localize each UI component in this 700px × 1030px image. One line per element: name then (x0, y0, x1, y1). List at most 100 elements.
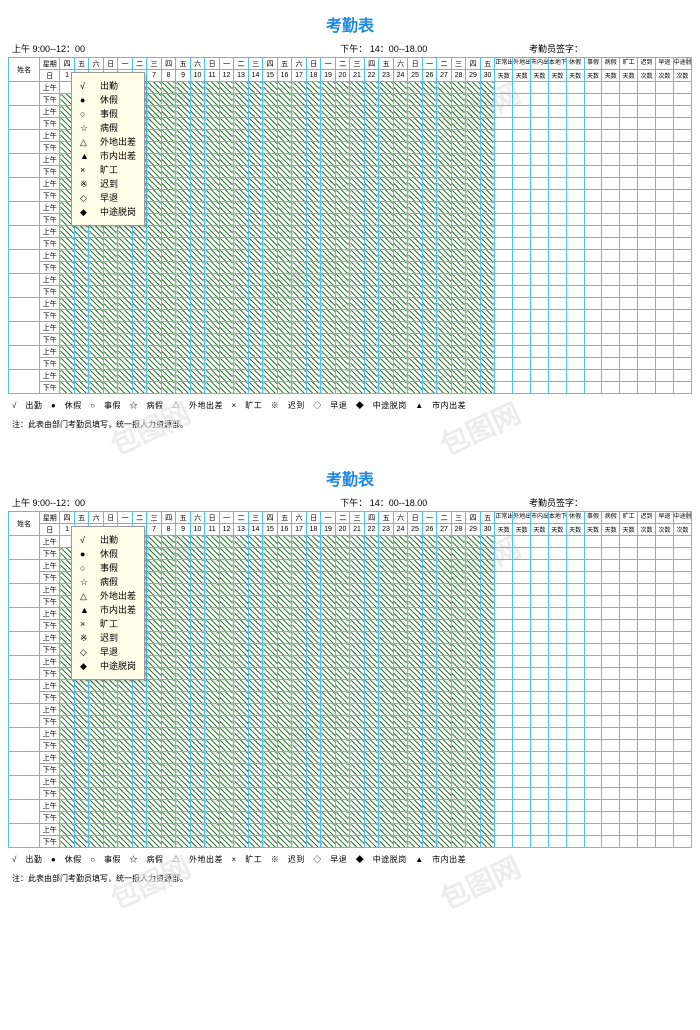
attendance-cell[interactable] (437, 572, 452, 584)
attendance-cell[interactable] (292, 776, 307, 788)
attendance-cell[interactable] (451, 764, 466, 776)
stat-cell[interactable] (513, 286, 531, 298)
attendance-cell[interactable] (364, 94, 379, 106)
attendance-cell[interactable] (306, 788, 321, 800)
attendance-cell[interactable] (89, 310, 104, 322)
attendance-cell[interactable] (379, 824, 394, 836)
attendance-cell[interactable] (103, 310, 118, 322)
attendance-cell[interactable] (422, 370, 437, 382)
stat-cell[interactable] (531, 298, 549, 310)
attendance-cell[interactable] (219, 238, 234, 250)
stat-cell[interactable] (513, 178, 531, 190)
attendance-cell[interactable] (205, 274, 220, 286)
stat-cell[interactable] (620, 202, 638, 214)
stat-cell[interactable] (584, 142, 602, 154)
attendance-cell[interactable] (408, 238, 423, 250)
stat-cell[interactable] (655, 692, 673, 704)
attendance-cell[interactable] (103, 740, 118, 752)
attendance-cell[interactable] (176, 704, 191, 716)
attendance-cell[interactable] (205, 644, 220, 656)
stat-cell[interactable] (566, 358, 584, 370)
attendance-cell[interactable] (147, 262, 162, 274)
attendance-cell[interactable] (408, 728, 423, 740)
attendance-cell[interactable] (176, 788, 191, 800)
attendance-cell[interactable] (437, 836, 452, 848)
attendance-cell[interactable] (89, 250, 104, 262)
attendance-cell[interactable] (480, 358, 495, 370)
stat-cell[interactable] (531, 178, 549, 190)
attendance-cell[interactable] (480, 94, 495, 106)
attendance-cell[interactable] (89, 692, 104, 704)
attendance-cell[interactable] (437, 680, 452, 692)
attendance-cell[interactable] (451, 788, 466, 800)
stat-cell[interactable] (655, 226, 673, 238)
stat-cell[interactable] (584, 800, 602, 812)
stat-cell[interactable] (495, 178, 513, 190)
attendance-cell[interactable] (393, 536, 408, 548)
stat-cell[interactable] (620, 106, 638, 118)
attendance-cell[interactable] (60, 346, 75, 358)
attendance-cell[interactable] (393, 370, 408, 382)
attendance-cell[interactable] (350, 596, 365, 608)
attendance-cell[interactable] (364, 692, 379, 704)
stat-cell[interactable] (655, 322, 673, 334)
attendance-cell[interactable] (480, 716, 495, 728)
attendance-cell[interactable] (292, 704, 307, 716)
stat-cell[interactable] (548, 142, 566, 154)
stat-cell[interactable] (548, 346, 566, 358)
attendance-cell[interactable] (306, 824, 321, 836)
attendance-cell[interactable] (176, 728, 191, 740)
stat-cell[interactable] (495, 238, 513, 250)
attendance-cell[interactable] (234, 620, 249, 632)
stat-cell[interactable] (655, 776, 673, 788)
attendance-cell[interactable] (451, 548, 466, 560)
stat-cell[interactable] (638, 190, 656, 202)
stat-cell[interactable] (673, 740, 691, 752)
attendance-cell[interactable] (219, 572, 234, 584)
attendance-cell[interactable] (263, 130, 278, 142)
attendance-cell[interactable] (466, 788, 481, 800)
stat-cell[interactable] (655, 166, 673, 178)
attendance-cell[interactable] (480, 382, 495, 394)
attendance-cell[interactable] (306, 94, 321, 106)
attendance-cell[interactable] (292, 358, 307, 370)
stat-cell[interactable] (566, 548, 584, 560)
attendance-cell[interactable] (132, 250, 147, 262)
attendance-cell[interactable] (176, 644, 191, 656)
attendance-cell[interactable] (248, 346, 263, 358)
attendance-cell[interactable] (408, 584, 423, 596)
attendance-cell[interactable] (277, 536, 292, 548)
attendance-cell[interactable] (350, 812, 365, 824)
attendance-cell[interactable] (147, 800, 162, 812)
attendance-cell[interactable] (451, 560, 466, 572)
attendance-cell[interactable] (234, 680, 249, 692)
attendance-cell[interactable] (393, 776, 408, 788)
attendance-cell[interactable] (176, 94, 191, 106)
attendance-cell[interactable] (277, 692, 292, 704)
attendance-cell[interactable] (379, 644, 394, 656)
attendance-cell[interactable] (408, 286, 423, 298)
attendance-cell[interactable] (161, 752, 176, 764)
attendance-cell[interactable] (466, 548, 481, 560)
attendance-cell[interactable] (176, 82, 191, 94)
attendance-cell[interactable] (147, 178, 162, 190)
attendance-cell[interactable] (408, 166, 423, 178)
attendance-cell[interactable] (161, 298, 176, 310)
attendance-cell[interactable] (263, 836, 278, 848)
attendance-cell[interactable] (248, 250, 263, 262)
attendance-cell[interactable] (219, 358, 234, 370)
attendance-cell[interactable] (74, 764, 89, 776)
attendance-cell[interactable] (74, 704, 89, 716)
stat-cell[interactable] (602, 752, 620, 764)
attendance-cell[interactable] (480, 548, 495, 560)
attendance-cell[interactable] (205, 800, 220, 812)
attendance-cell[interactable] (89, 812, 104, 824)
stat-cell[interactable] (531, 274, 549, 286)
attendance-cell[interactable] (364, 716, 379, 728)
attendance-cell[interactable] (60, 310, 75, 322)
attendance-cell[interactable] (205, 310, 220, 322)
attendance-cell[interactable] (190, 704, 205, 716)
attendance-cell[interactable] (219, 82, 234, 94)
stat-cell[interactable] (638, 274, 656, 286)
attendance-cell[interactable] (379, 154, 394, 166)
